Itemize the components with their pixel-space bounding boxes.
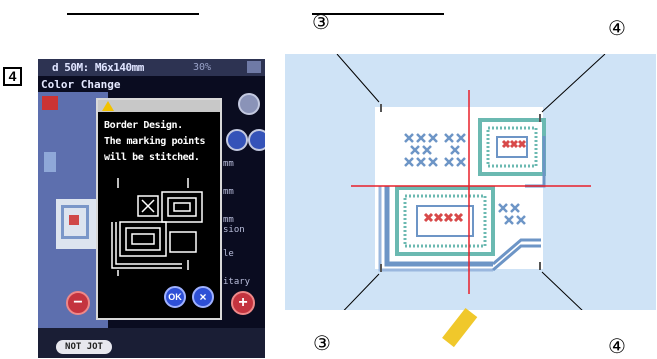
dialog-title-bar xyxy=(98,100,220,112)
design-thumbnail xyxy=(56,199,96,249)
border-embroidery-illustration xyxy=(336,54,606,310)
lcd-status-icon xyxy=(247,61,261,73)
upper-right-motif xyxy=(478,118,546,188)
border-design-illustration xyxy=(111,178,203,276)
callout-leader-lines xyxy=(336,54,606,310)
callout-4-top: ④ xyxy=(608,16,626,40)
callout-3-top: ③ xyxy=(312,10,330,34)
step-number-box: 4 xyxy=(3,67,22,86)
cancel-button[interactable]: × xyxy=(192,286,214,308)
lcd-side-label-6: itary xyxy=(223,277,251,287)
lcd-status-text: d 50M: M6x140mm xyxy=(52,61,144,74)
lcd-status-right: 30% xyxy=(193,62,212,73)
design-preview-icon xyxy=(44,152,56,172)
warning-icon xyxy=(102,101,114,111)
header-rule-left xyxy=(67,13,199,15)
lower-left-motif xyxy=(378,186,541,272)
lcd-status-bar: d 50M: M6x140mm 30% xyxy=(38,59,265,76)
dialog-message-line-3: will be stitched. xyxy=(104,152,200,163)
pencil-icon xyxy=(442,307,478,348)
lcd-side-label-1: mm xyxy=(223,159,234,169)
border-design-dialog: Border Design. The marking points will b… xyxy=(96,98,222,320)
dialog-message-line-2: The marking points xyxy=(104,136,206,147)
machine-lcd-screen: d 50M: M6x140mm 30% Color Change mm mm m… xyxy=(38,59,265,358)
callout-4-bottom: ④ xyxy=(608,334,626,358)
callout-3-bottom: ③ xyxy=(313,331,331,355)
lcd-side-label-4: sion xyxy=(223,225,245,235)
minus-button[interactable]: − xyxy=(66,291,90,315)
upper-left-motif xyxy=(404,133,466,167)
color-swatch-icon xyxy=(42,96,58,110)
lcd-side-label-2: mm xyxy=(223,187,234,197)
lcd-right-button-3[interactable] xyxy=(248,129,265,151)
plus-button[interactable]: + xyxy=(231,291,255,315)
lcd-screen-title: Color Change xyxy=(41,78,121,91)
lcd-side-label-5: le xyxy=(223,249,234,259)
lcd-right-button-2[interactable] xyxy=(226,129,248,151)
dialog-message-line-1: Border Design. xyxy=(104,120,183,131)
lower-right-motif xyxy=(498,203,526,225)
header-rule-right xyxy=(312,13,444,15)
ok-button[interactable]: OK xyxy=(164,286,186,308)
lcd-bottom-pill[interactable]: NOT JOT xyxy=(56,340,112,354)
lcd-right-button-1[interactable] xyxy=(238,93,260,115)
